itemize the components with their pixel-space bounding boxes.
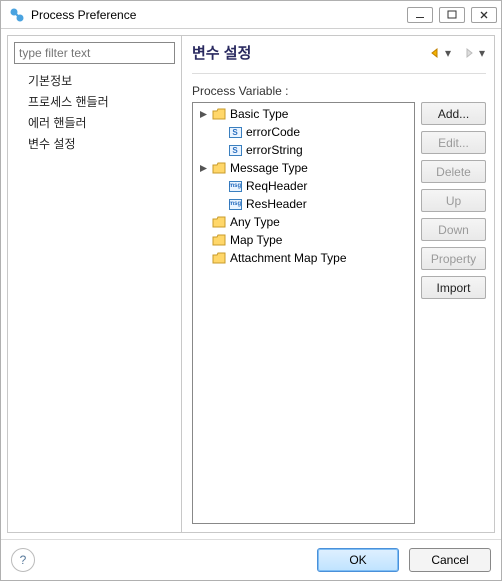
tree-node-reqheader[interactable]: msg ReqHeader bbox=[193, 177, 414, 195]
folder-icon bbox=[211, 251, 227, 265]
nav-list: 기본정보 프로세스 핸들러 에러 핸들러 변수 설정 bbox=[8, 70, 181, 532]
expand-toggle-icon[interactable] bbox=[195, 164, 211, 173]
tree-node-map-type[interactable]: Map Type bbox=[193, 231, 414, 249]
right-panel: 변수 설정 ▾ ▾ Process Variable : Basic Type … bbox=[182, 35, 495, 533]
expand-toggle-icon[interactable] bbox=[195, 110, 211, 119]
forward-button bbox=[462, 46, 476, 60]
close-button[interactable] bbox=[471, 7, 497, 23]
tree-node-message-type[interactable]: Message Type bbox=[193, 159, 414, 177]
folder-icon bbox=[211, 161, 227, 175]
folder-icon bbox=[211, 215, 227, 229]
app-icon bbox=[9, 7, 25, 23]
tree-label: Message Type bbox=[230, 161, 308, 175]
string-type-icon: S bbox=[227, 127, 243, 138]
forward-menu[interactable]: ▾ bbox=[478, 46, 486, 60]
minimize-button[interactable] bbox=[407, 7, 433, 23]
footer: ? OK Cancel bbox=[1, 539, 501, 580]
down-button[interactable]: Down bbox=[421, 218, 486, 241]
tree-node-attachment-map-type[interactable]: Attachment Map Type bbox=[193, 249, 414, 267]
up-button[interactable]: Up bbox=[421, 189, 486, 212]
tree-label: Any Type bbox=[230, 215, 280, 229]
filter-input[interactable] bbox=[14, 42, 175, 64]
tree-label: ReqHeader bbox=[246, 179, 307, 193]
nav-item-error-handler[interactable]: 에러 핸들러 bbox=[14, 112, 175, 133]
variable-label: Process Variable : bbox=[192, 84, 486, 98]
string-type-icon: S bbox=[227, 145, 243, 156]
delete-button[interactable]: Delete bbox=[421, 160, 486, 183]
tree-label: Map Type bbox=[230, 233, 282, 247]
ok-button[interactable]: OK bbox=[317, 548, 399, 572]
content-area: 기본정보 프로세스 핸들러 에러 핸들러 변수 설정 변수 설정 ▾ ▾ Pro… bbox=[1, 29, 501, 539]
message-type-icon: msg bbox=[227, 181, 243, 192]
back-button[interactable] bbox=[428, 46, 442, 60]
tree-node-errorcode[interactable]: S errorCode bbox=[193, 123, 414, 141]
nav-item-basic-info[interactable]: 기본정보 bbox=[14, 70, 175, 91]
back-menu[interactable]: ▾ bbox=[444, 46, 452, 60]
tree-label: Basic Type bbox=[230, 107, 288, 121]
folder-icon bbox=[211, 233, 227, 247]
folder-icon bbox=[211, 107, 227, 121]
svg-text:?: ? bbox=[20, 553, 27, 567]
maximize-button[interactable] bbox=[439, 7, 465, 23]
tree-node-basic-type[interactable]: Basic Type bbox=[193, 105, 414, 123]
message-type-icon: msg bbox=[227, 199, 243, 210]
import-button[interactable]: Import bbox=[421, 276, 486, 299]
add-button[interactable]: Add... bbox=[421, 102, 486, 125]
edit-button[interactable]: Edit... bbox=[421, 131, 486, 154]
tree-label: errorCode bbox=[246, 125, 300, 139]
tree-label: Attachment Map Type bbox=[230, 251, 347, 265]
tree-node-resheader[interactable]: msg ResHeader bbox=[193, 195, 414, 213]
title-bar: Process Preference bbox=[1, 1, 501, 29]
nav-item-variable-settings[interactable]: 변수 설정 bbox=[14, 133, 175, 154]
panel-heading: 변수 설정 bbox=[192, 42, 428, 63]
tree-label: errorString bbox=[246, 143, 303, 157]
tree-node-errorstring[interactable]: S errorString bbox=[193, 141, 414, 159]
nav-item-process-handler[interactable]: 프로세스 핸들러 bbox=[14, 91, 175, 112]
button-column: Add... Edit... Delete Up Down Property I… bbox=[421, 102, 486, 524]
tree-label: ResHeader bbox=[246, 197, 307, 211]
help-button[interactable]: ? bbox=[11, 548, 35, 572]
left-panel: 기본정보 프로세스 핸들러 에러 핸들러 변수 설정 bbox=[7, 35, 182, 533]
window-title: Process Preference bbox=[29, 8, 407, 22]
cancel-button[interactable]: Cancel bbox=[409, 548, 491, 572]
panel-header: 변수 설정 ▾ ▾ bbox=[192, 36, 486, 74]
property-button[interactable]: Property bbox=[421, 247, 486, 270]
variable-tree[interactable]: Basic Type S errorCode S errorString Mes… bbox=[192, 102, 415, 524]
tree-node-any-type[interactable]: Any Type bbox=[193, 213, 414, 231]
